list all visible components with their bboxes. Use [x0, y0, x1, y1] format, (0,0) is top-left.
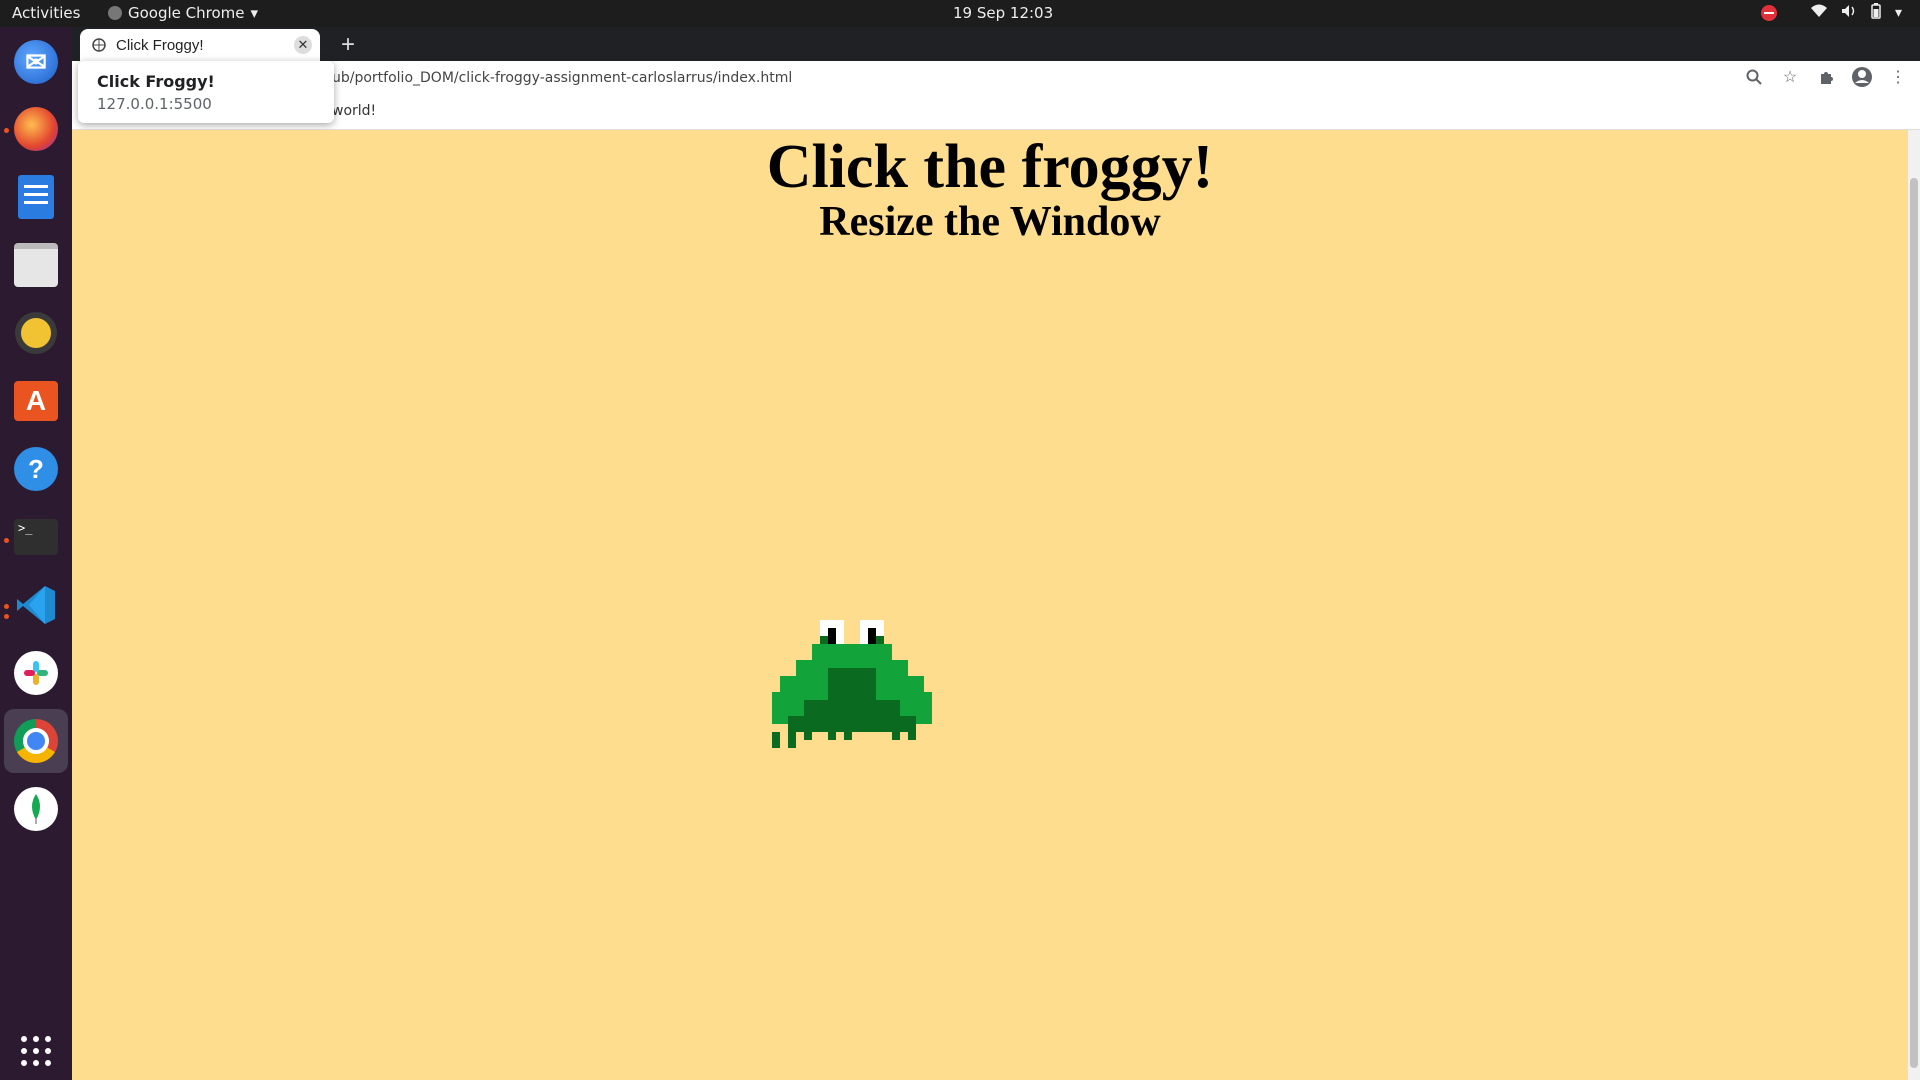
globe-icon	[92, 38, 106, 52]
chevron-down-icon: ▾	[250, 4, 259, 22]
running-indicator	[4, 538, 9, 543]
hover-card-title: Click Froggy!	[97, 72, 215, 91]
mongodb-icon[interactable]	[10, 783, 62, 835]
toolbar: ub/portfolio_DOM/click-froggy-assignment…	[72, 61, 1920, 95]
help-icon[interactable]: ?	[10, 443, 62, 495]
page-subheading: Resize the Window	[819, 199, 1161, 245]
volume-icon	[1841, 4, 1857, 22]
extensions-icon[interactable]	[1814, 65, 1838, 89]
terminal-icon[interactable]: >_	[10, 511, 62, 563]
hover-card-host: 127.0.0.1:5500	[97, 95, 212, 113]
chrome-icon[interactable]	[4, 709, 68, 773]
top-bar: Activities Google Chrome ▾ 19 Sep 12:03 …	[0, 0, 1920, 27]
kebab-menu-icon[interactable]: ⋮	[1886, 65, 1910, 89]
app-menu[interactable]: Google Chrome ▾	[108, 4, 258, 22]
scrollbar-thumb[interactable]	[1910, 178, 1918, 1068]
tab-hover-card: Click Froggy! 127.0.0.1:5500	[78, 61, 334, 123]
activities-button[interactable]: Activities	[12, 4, 80, 22]
chrome-small-icon	[108, 6, 122, 20]
files-icon[interactable]	[10, 239, 62, 291]
bookmark-item[interactable]: world!	[332, 103, 376, 119]
close-tab-icon[interactable]: ✕	[294, 36, 312, 54]
do-not-disturb-icon	[1760, 5, 1777, 21]
running-indicator	[4, 604, 9, 609]
running-indicator	[4, 614, 9, 619]
software-icon[interactable]: A	[10, 375, 62, 427]
page-content: Click the froggy! Resize the Window	[72, 130, 1908, 1080]
app-grid-icon[interactable]	[10, 1025, 62, 1077]
battery-icon	[1871, 3, 1881, 23]
tab-title: Click Froggy!	[116, 36, 204, 54]
clock[interactable]: 19 Sep 12:03	[953, 4, 1053, 22]
tab-click-froggy[interactable]: Click Froggy! ✕	[80, 29, 320, 61]
thunderbird-icon[interactable]: ✉	[10, 36, 62, 88]
rhythmbox-icon[interactable]	[10, 307, 62, 359]
frog-image[interactable]	[772, 620, 932, 748]
writer-icon[interactable]	[10, 171, 62, 223]
dock: ✉ A ? >_	[0, 27, 72, 1080]
slack-icon[interactable]	[10, 647, 62, 699]
vscode-icon[interactable]	[10, 579, 62, 631]
address-bar[interactable]: ub/portfolio_DOM/click-froggy-assignment…	[332, 70, 792, 86]
profile-icon[interactable]	[1850, 65, 1874, 89]
wifi-icon	[1810, 4, 1827, 22]
new-tab-button[interactable]: +	[334, 31, 362, 59]
app-name-label: Google Chrome	[128, 4, 245, 22]
zoom-icon[interactable]	[1742, 65, 1766, 89]
page-heading: Click the froggy!	[766, 133, 1214, 201]
firefox-icon[interactable]	[10, 103, 62, 155]
page-scrollbar[interactable]	[1908, 130, 1920, 1080]
running-indicator	[4, 128, 9, 133]
bookmark-star-icon[interactable]: ☆	[1778, 65, 1802, 89]
bookmarks-bar: world!	[72, 95, 1920, 130]
system-menu-chevron-icon: ▾	[1894, 5, 1902, 21]
tab-strip: Click Froggy! ✕ +	[72, 27, 1920, 61]
system-tray[interactable]: ▾	[1760, 3, 1902, 23]
